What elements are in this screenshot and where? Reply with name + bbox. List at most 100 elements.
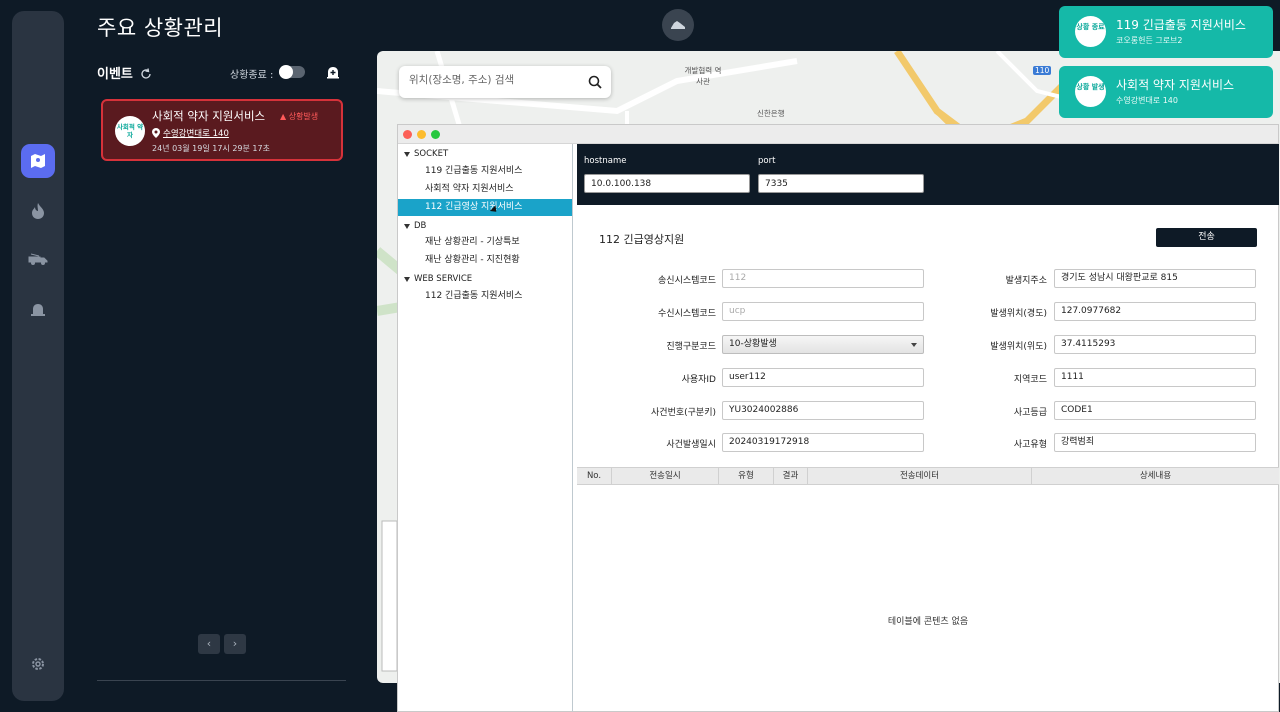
toast-notification[interactable]: 상황 종료 119 긴급출동 지원서비스 코오롱헌든 그로브2 <box>1059 6 1273 58</box>
form-title: 112 긴급영상지원 <box>599 233 685 246</box>
close-window-button[interactable] <box>403 130 412 139</box>
tree-item[interactable]: 재난 상황관리 - 지진현황 <box>398 252 572 269</box>
field-label: 지역코드 <box>1013 375 1047 385</box>
prev-page-button[interactable]: ‹ <box>198 634 220 654</box>
vehicle-toggle-button[interactable] <box>662 9 694 41</box>
map-search-box <box>399 66 611 98</box>
nav-settings-button[interactable] <box>21 647 55 681</box>
region-code-input[interactable]: 1111 <box>1054 368 1256 387</box>
column-header[interactable]: 상세내용 <box>1032 468 1279 484</box>
event-title: 사회적 약자 지원서비스 <box>152 109 266 123</box>
tree-group-label: WEB SERVICE <box>414 274 473 284</box>
chevron-down-icon <box>911 343 917 347</box>
toast-title: 사회적 약자 지원서비스 <box>1116 78 1235 92</box>
event-location[interactable]: 수영강변대로 140 <box>152 127 229 139</box>
field-label: 발생지주소 <box>1005 276 1047 286</box>
nav-rail <box>12 11 64 701</box>
port-label: port <box>758 156 776 166</box>
nav-fire-button[interactable] <box>21 194 55 228</box>
next-page-button[interactable]: › <box>224 634 246 654</box>
events-title: 이벤트 <box>97 67 133 82</box>
field-label: 송신시스템코드 <box>658 276 716 286</box>
minimize-window-button[interactable] <box>417 130 426 139</box>
nav-alarm-button[interactable] <box>21 292 55 326</box>
siren-icon: ▲ <box>280 112 287 121</box>
siren-icon <box>31 304 45 316</box>
tree-item[interactable]: 119 긴급출동 지원서비스 <box>398 163 572 180</box>
column-header[interactable]: 유형 <box>719 468 774 484</box>
add-alarm-icon[interactable] <box>326 64 340 83</box>
event-location-text: 수영강변대로 140 <box>163 129 229 139</box>
send-button[interactable]: 전송 <box>1156 228 1257 247</box>
expand-icon <box>404 223 410 229</box>
progress-code-select[interactable]: 10-상황발생 <box>722 335 924 354</box>
toast-subtitle: 수영강변대로 140 <box>1116 96 1178 105</box>
event-time: 24년 03월 19일 17시 29분 17초 <box>152 144 270 153</box>
select-value: 10-상황발생 <box>729 339 777 349</box>
refresh-icon[interactable] <box>140 65 152 84</box>
fire-truck-icon <box>28 253 48 265</box>
nav-ambulance-button[interactable] <box>21 242 55 276</box>
toast-avatar: 상황 발생 <box>1075 76 1106 107</box>
end-filter-toggle[interactable] <box>279 65 305 79</box>
field-label: 사건번호(구분키) <box>651 408 716 418</box>
longitude-input[interactable]: 127.0977682 <box>1054 302 1256 321</box>
tree-item[interactable]: 사회적 약자 지원서비스 <box>398 181 572 198</box>
window-titlebar <box>398 125 1278 144</box>
map-icon <box>31 154 45 168</box>
hostname-input[interactable] <box>584 174 750 193</box>
field-label: 발생위치(위도) <box>990 342 1047 352</box>
latitude-input[interactable]: 37.4115293 <box>1054 335 1256 354</box>
divider <box>97 680 346 681</box>
incident-type-input[interactable]: 강력범죄 <box>1054 433 1256 452</box>
field-label: 사고등급 <box>1013 408 1047 418</box>
send-system-code-input[interactable]: 112 <box>722 269 924 288</box>
service-tree: SOCKET 119 긴급출동 지원서비스 사회적 약자 지원서비스 112 긴… <box>398 144 573 712</box>
tree-group-socket[interactable]: SOCKET <box>404 149 448 159</box>
vehicle-icon <box>671 21 685 29</box>
tree-item[interactable]: 재난 상황관리 - 기상특보 <box>398 234 572 251</box>
map-label-bank: 신한은행 <box>757 109 785 118</box>
event-avatar: 사회적 약자 <box>115 116 145 146</box>
column-header[interactable]: 전송데이터 <box>808 468 1032 484</box>
case-number-input[interactable]: YU3024002886 <box>722 401 924 420</box>
column-header[interactable]: No. <box>577 468 612 484</box>
table-empty-message: 테이블에 콘텐츠 없음 <box>887 617 969 627</box>
search-icon[interactable] <box>588 74 602 93</box>
simulator-window: SOCKET 119 긴급출동 지원서비스 사회적 약자 지원서비스 112 긴… <box>397 124 1279 712</box>
event-badge-label: 상황발생 <box>288 112 319 121</box>
column-header[interactable]: 결과 <box>774 468 808 484</box>
column-header[interactable]: 전송일시 <box>612 468 719 484</box>
map-label-route: 110 <box>1033 66 1052 75</box>
toast-subtitle: 코오롱헌든 그로브2 <box>1116 36 1183 45</box>
recv-system-code-input[interactable]: ucp <box>722 302 924 321</box>
incident-grade-input[interactable]: CODE1 <box>1054 401 1256 420</box>
table-header: No. 전송일시 유형 결과 전송데이터 상세내용 <box>577 467 1279 485</box>
user-id-input[interactable]: user112 <box>722 368 924 387</box>
field-label: 사용자ID <box>681 375 716 385</box>
event-card[interactable]: 사회적 약자 사회적 약자 지원서비스 ▲ 상황발생 수영강변대로 140 24… <box>101 99 343 161</box>
nav-map-button[interactable] <box>21 144 55 178</box>
tree-item-selected[interactable]: 112 긴급영상 지원서비스 <box>398 199 572 216</box>
tree-group-web-service[interactable]: WEB SERVICE <box>404 274 472 284</box>
toast-avatar: 상황 종료 <box>1075 16 1106 47</box>
event-status-badge: ▲ 상황발생 <box>280 111 318 122</box>
hostname-label: hostname <box>584 156 627 166</box>
gear-icon <box>32 658 44 670</box>
end-filter-label: 상황종료 : <box>230 70 274 81</box>
field-label: 발생위치(경도) <box>990 309 1047 319</box>
port-input[interactable] <box>758 174 924 193</box>
toast-notification[interactable]: 상황 발생 사회적 약자 지원서비스 수영강변대로 140 <box>1059 66 1273 118</box>
case-datetime-input[interactable]: 20240319172918 <box>722 433 924 452</box>
address-input[interactable]: 경기도 성남시 대왕판교로 815 <box>1054 269 1256 288</box>
expand-icon <box>404 276 410 282</box>
page-title: 주요 상황관리 <box>97 16 224 40</box>
map-search-input[interactable] <box>409 74 579 86</box>
tree-item[interactable]: 112 긴급출동 지원서비스 <box>398 288 572 305</box>
events-header: 이벤트 상황종료 : <box>97 63 347 83</box>
tree-group-db[interactable]: DB <box>404 221 426 231</box>
connection-bar: hostname port <box>577 144 1279 205</box>
maximize-window-button[interactable] <box>431 130 440 139</box>
field-label: 사고유형 <box>1013 440 1047 450</box>
expand-icon <box>404 151 410 157</box>
